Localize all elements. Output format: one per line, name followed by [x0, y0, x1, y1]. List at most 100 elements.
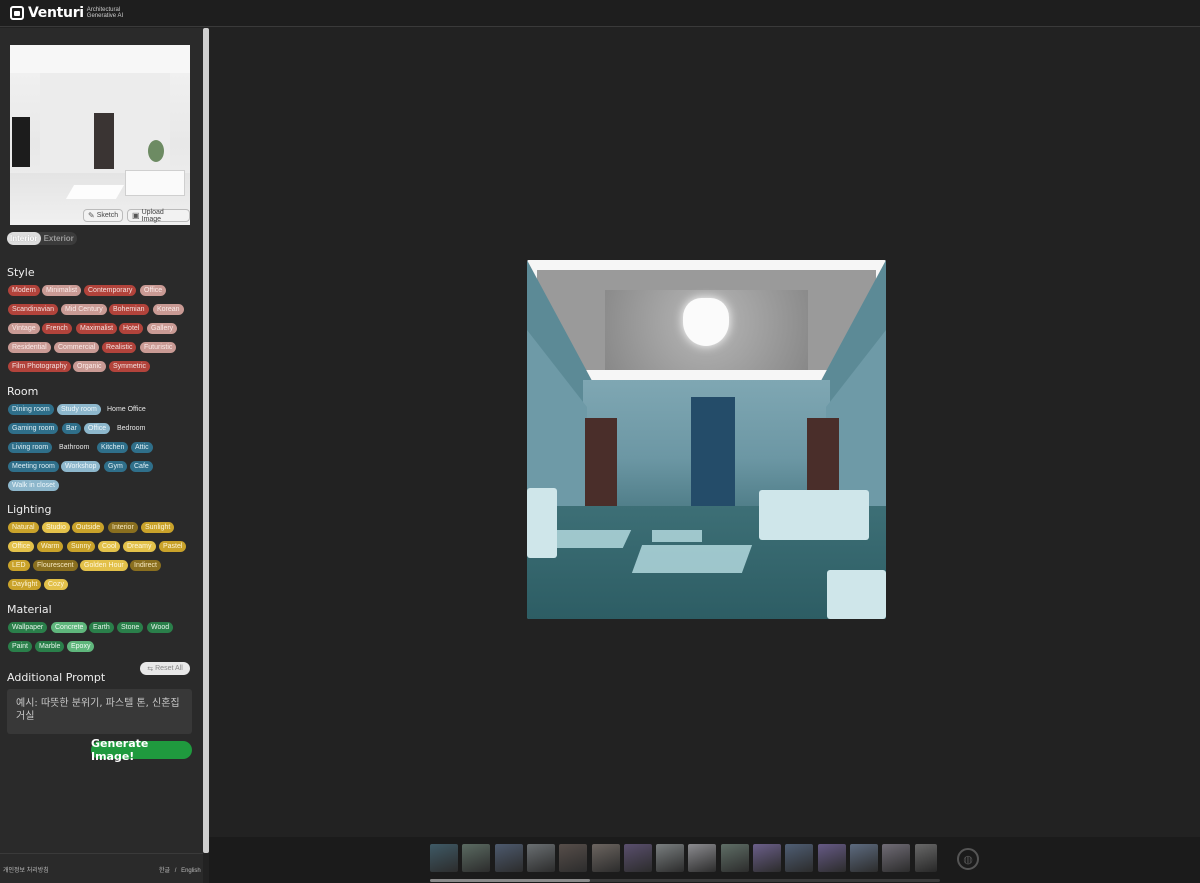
history-thumbnail[interactable]	[720, 844, 749, 872]
room-tag[interactable]: Living room	[8, 442, 53, 453]
style-tag[interactable]: Office	[140, 285, 167, 296]
generate-image-button[interactable]: Generate Image!	[91, 737, 192, 763]
privacy-policy-link[interactable]: 개인정보 처리방침	[3, 865, 49, 874]
history-thumbnail[interactable]	[882, 844, 911, 872]
style-tag[interactable]: Vintage	[8, 323, 40, 334]
history-thumbnail[interactable]	[753, 844, 781, 872]
material-tag[interactable]: Paint	[8, 641, 32, 652]
lighting-tag[interactable]: Warm	[37, 541, 64, 552]
style-tag[interactable]: Scandinavian	[8, 304, 59, 315]
history-thumbnail[interactable]	[591, 844, 620, 872]
history-thumbnail[interactable]	[623, 844, 652, 872]
lighting-tag[interactable]: Pastel	[159, 541, 187, 552]
history-thumbnail[interactable]	[462, 844, 491, 872]
room-tag[interactable]: Workshop	[61, 461, 101, 472]
material-tag[interactable]: Earth	[89, 622, 114, 633]
history-thumbnail[interactable]	[559, 844, 588, 872]
venturi-logo-icon	[10, 6, 24, 20]
style-tag[interactable]: Symmetric	[109, 361, 151, 372]
lighting-tag[interactable]: Daylight	[8, 579, 42, 590]
style-tag[interactable]: Gallery	[147, 323, 178, 334]
style-tag[interactable]: Futuristic	[140, 342, 177, 353]
history-thumbnail[interactable]	[430, 844, 458, 872]
style-tag[interactable]: Realistic	[102, 342, 137, 353]
material-heading: Material	[7, 603, 52, 616]
room-tag[interactable]: Home Office	[103, 404, 150, 415]
style-tag[interactable]: Mid Century	[61, 304, 107, 315]
interior-exterior-toggle[interactable]: Interior Exterior	[7, 232, 77, 245]
thumbnail-scroll-thumb[interactable]	[430, 879, 590, 882]
style-tag[interactable]: Modern	[8, 285, 40, 296]
style-tag[interactable]: Organic	[73, 361, 106, 372]
room-tag[interactable]: Cafe	[130, 461, 153, 472]
lighting-tag[interactable]: Dreamy	[123, 541, 156, 552]
room-tag[interactable]: Gym	[104, 461, 127, 472]
image-icon: ▣	[132, 211, 140, 220]
language-switch: 한글 / English	[159, 868, 201, 874]
lang-korean-link[interactable]: 한글	[159, 868, 170, 874]
toggle-exterior[interactable]: Exterior	[41, 232, 77, 245]
sketch-button[interactable]: ✎ Sketch	[83, 209, 124, 222]
control-sidebar: ✎ Sketch ▣ Upload Image Interior Exterio…	[0, 28, 203, 883]
room-tag[interactable]: Dining room	[8, 404, 54, 415]
lighting-tag[interactable]: LED	[8, 560, 30, 571]
toggle-interior[interactable]: Interior	[7, 232, 41, 245]
lighting-tag[interactable]: Studio	[42, 522, 70, 533]
room-tag[interactable]: Bedroom	[113, 423, 149, 434]
generated-image	[527, 260, 886, 619]
style-tag[interactable]: Residential	[8, 342, 51, 353]
reset-all-button[interactable]: ⇆ Reset All	[140, 662, 190, 675]
sidebar-scrollbar[interactable]	[203, 28, 209, 853]
style-tag[interactable]: Minimalist	[42, 285, 82, 296]
room-tag[interactable]: Attic	[131, 442, 153, 453]
lighting-tag[interactable]: Cool	[98, 541, 121, 552]
lighting-tag[interactable]: Sunlight	[141, 522, 175, 533]
history-thumbnail[interactable]	[914, 844, 937, 872]
style-tag[interactable]: Commercial	[54, 342, 100, 353]
lang-english-link[interactable]: English	[181, 868, 201, 874]
material-tag[interactable]: Wallpaper	[8, 622, 48, 633]
input-image-preview[interactable]: ✎ Sketch ▣ Upload Image	[10, 45, 190, 225]
style-tag[interactable]: Korean	[153, 304, 184, 315]
lighting-tag[interactable]: Flourescent	[33, 560, 78, 571]
style-tag[interactable]: Hotel	[119, 323, 144, 334]
lighting-tag[interactable]: Interior	[108, 522, 138, 533]
material-tag[interactable]: Concrete	[51, 622, 88, 633]
room-tag[interactable]: Bathroom	[55, 442, 93, 453]
room-tag[interactable]: Study room	[57, 404, 101, 415]
history-thumbnail[interactable]	[817, 844, 846, 872]
lighting-tag[interactable]: Golden Hour	[80, 560, 128, 571]
style-tag[interactable]: Film Photography	[8, 361, 71, 372]
lighting-tag[interactable]: Indirect	[130, 560, 161, 571]
material-tag[interactable]: Marble	[35, 641, 65, 652]
upload-image-button[interactable]: ▣ Upload Image	[127, 209, 190, 223]
lighting-tag[interactable]: Outside	[72, 522, 105, 533]
room-tag[interactable]: Office	[84, 423, 111, 434]
material-tag[interactable]: Wood	[147, 622, 174, 633]
material-tag[interactable]: Epoxy	[67, 641, 95, 652]
door-shape	[94, 113, 114, 169]
history-thumbnail[interactable]	[785, 844, 814, 872]
additional-prompt-input[interactable]	[7, 689, 192, 734]
style-tag[interactable]: Contemporary	[84, 285, 137, 296]
room-tag[interactable]: Gaming room	[8, 423, 59, 434]
material-tag[interactable]: Stone	[117, 622, 144, 633]
brand-tagline: Architectural Generative AI	[86, 7, 124, 19]
history-thumbnail[interactable]	[849, 844, 878, 872]
history-thumbnail[interactable]	[526, 844, 555, 872]
room-tag[interactable]: Meeting room	[8, 461, 59, 472]
lighting-tag[interactable]: Cozy	[44, 579, 68, 590]
style-tag[interactable]: French	[42, 323, 72, 334]
room-tag[interactable]: Walk in closet	[8, 480, 59, 491]
style-tag[interactable]: Bohemian	[109, 304, 149, 315]
lighting-tag[interactable]: Natural	[8, 522, 39, 533]
history-thumbnail[interactable]	[688, 844, 717, 872]
room-tag[interactable]: Bar	[62, 423, 81, 434]
tv-shape	[12, 117, 30, 167]
lighting-tag[interactable]: Sunny	[67, 541, 95, 552]
history-thumbnail[interactable]	[494, 844, 523, 872]
lighting-tag[interactable]: Office	[8, 541, 35, 552]
style-tag[interactable]: Maximalist	[76, 323, 118, 334]
room-tag[interactable]: Kitchen	[97, 442, 129, 453]
history-thumbnail[interactable]	[656, 844, 685, 872]
